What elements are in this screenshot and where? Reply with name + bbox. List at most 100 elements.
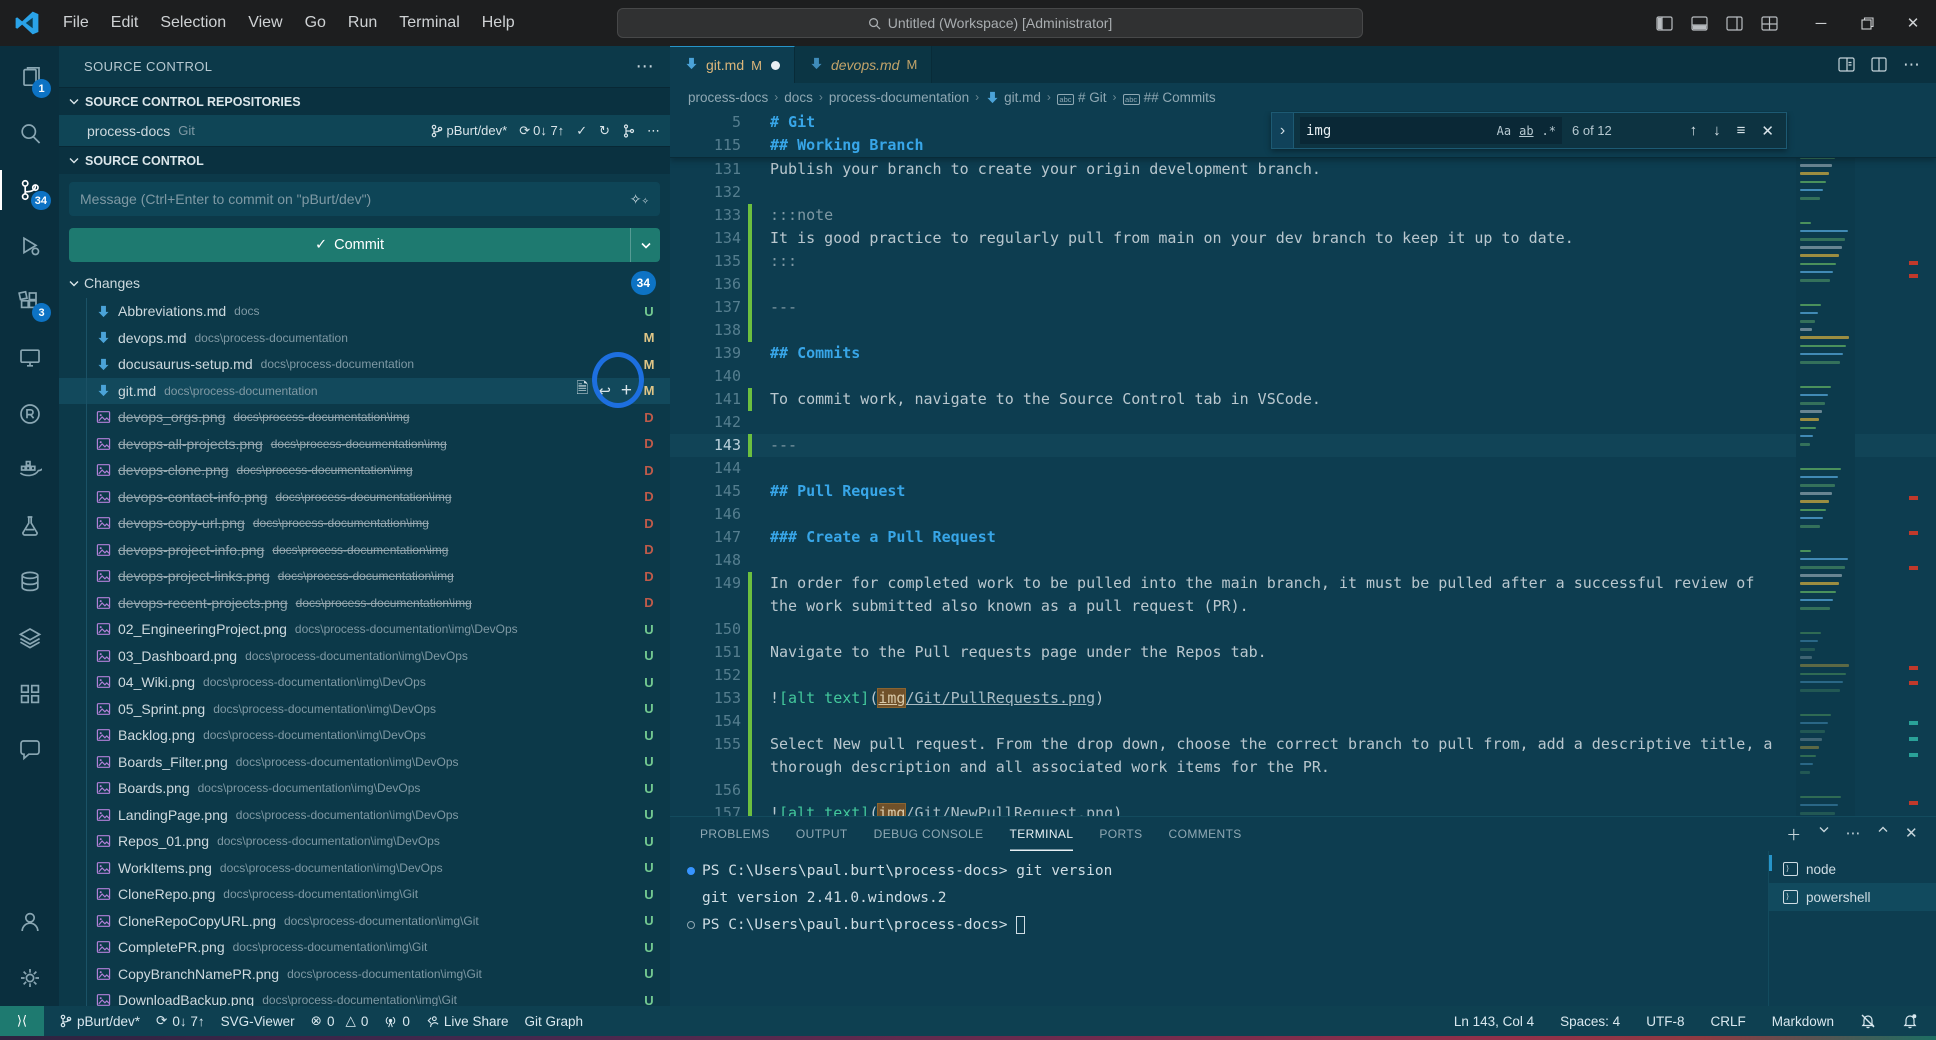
menu-view[interactable]: View bbox=[237, 8, 293, 38]
file-row-devops-recent-projects.png[interactable]: devops-recent-projects.pngdocs\process-d… bbox=[59, 590, 670, 617]
sidebar-more-actions-icon[interactable]: ⋯ bbox=[636, 56, 654, 77]
editor-more-actions-icon[interactable]: ⋯ bbox=[1903, 55, 1920, 75]
refresh-icon[interactable]: ↻ bbox=[599, 123, 610, 139]
file-row-devops-clone.png[interactable]: devops-clone.pngdocs\process-documentati… bbox=[59, 457, 670, 484]
minimize-button[interactable]: ─ bbox=[1798, 0, 1844, 46]
terminal-item-node[interactable]: ⟩node bbox=[1769, 855, 1936, 883]
terminal-output[interactable]: PS C:\Users\paul.burt\process-docs> git … bbox=[670, 851, 1768, 1006]
graph-icon[interactable] bbox=[622, 124, 635, 138]
close-panel-icon[interactable]: ✕ bbox=[1905, 824, 1918, 845]
menu-edit[interactable]: Edit bbox=[100, 8, 150, 38]
find-in-selection-icon[interactable]: ≡ bbox=[1737, 122, 1746, 140]
breadcrumb-item[interactable]: process-documentation bbox=[829, 90, 969, 105]
source-control-icon[interactable]: 34 bbox=[0, 162, 59, 218]
panel-more-icon[interactable]: ⋯ bbox=[1846, 824, 1861, 845]
sparkle-icon[interactable]: ✧✧ bbox=[630, 191, 649, 208]
panel-tab-debug-console[interactable]: DEBUG CONSOLE bbox=[874, 817, 984, 851]
restore-button[interactable] bbox=[1844, 0, 1890, 46]
status-sync[interactable]: ⟳ 0↓ 7↑ bbox=[156, 1013, 205, 1029]
status-ports[interactable]: 0 bbox=[384, 1014, 410, 1029]
panel-tab-output[interactable]: OUTPUT bbox=[796, 817, 848, 851]
close-find-icon[interactable]: ✕ bbox=[1761, 122, 1774, 140]
file-row-Boards_Filter.png[interactable]: Boards_Filter.pngdocs\process-documentat… bbox=[59, 749, 670, 776]
open-preview-icon[interactable] bbox=[1838, 57, 1855, 72]
whole-word-icon[interactable]: ab bbox=[1519, 124, 1533, 138]
new-terminal-icon[interactable]: ＋ bbox=[1786, 824, 1801, 845]
file-row-Repos_01.png[interactable]: Repos_01.pngdocs\process-documentation\i… bbox=[59, 828, 670, 855]
repo-sync-status[interactable]: 0↓ 7↑ bbox=[533, 123, 564, 138]
code-editor[interactable]: 5# Git115## Working Branch 131Publish yo… bbox=[670, 111, 1936, 816]
status-git-graph[interactable]: Git Graph bbox=[524, 1014, 583, 1029]
file-row-devops.md[interactable]: devops.mddocs\process-documentationM bbox=[59, 325, 670, 352]
match-case-icon[interactable]: Aa bbox=[1497, 124, 1511, 138]
discard-changes-icon[interactable]: ↩ bbox=[598, 382, 611, 400]
r-language-icon[interactable] bbox=[0, 386, 59, 442]
status-encoding[interactable]: UTF-8 bbox=[1646, 1014, 1684, 1029]
file-row-CloneRepoCopyURL.png[interactable]: CloneRepoCopyURL.pngdocs\process-documen… bbox=[59, 908, 670, 935]
status-indentation[interactable]: Spaces: 4 bbox=[1560, 1014, 1620, 1029]
next-match-icon[interactable]: ↓ bbox=[1713, 122, 1721, 140]
toggle-sidebar-icon[interactable] bbox=[1656, 16, 1673, 31]
repo-branch[interactable]: pBurt/dev* bbox=[447, 123, 508, 138]
bell-icon[interactable] bbox=[1902, 1013, 1918, 1029]
breadcrumb-item[interactable]: docs bbox=[784, 90, 813, 105]
menu-file[interactable]: File bbox=[52, 8, 100, 38]
breadcrumb-item[interactable]: process-docs bbox=[688, 90, 768, 105]
file-row-Backlog.png[interactable]: Backlog.pngdocs\process-documentation\im… bbox=[59, 722, 670, 749]
menu-help[interactable]: Help bbox=[471, 8, 526, 38]
file-row-05_Sprint.png[interactable]: 05_Sprint.pngdocs\process-documentation\… bbox=[59, 696, 670, 723]
menu-go[interactable]: Go bbox=[294, 8, 337, 38]
terminal-dropdown-icon[interactable] bbox=[1819, 826, 1829, 833]
status-line-col[interactable]: Ln 143, Col 4 bbox=[1454, 1014, 1534, 1029]
dirty-indicator[interactable] bbox=[771, 61, 780, 70]
remote-indicator[interactable]: ⟩⟨ bbox=[0, 1006, 44, 1036]
changes-section-header[interactable]: Changes 34 bbox=[59, 268, 670, 298]
file-row-Boards.png[interactable]: Boards.pngdocs\process-documentation\img… bbox=[59, 775, 670, 802]
notifications-muted-icon[interactable] bbox=[1860, 1013, 1876, 1029]
minimap[interactable] bbox=[1796, 111, 1855, 816]
open-file-icon[interactable]: 🗎 bbox=[576, 378, 588, 403]
docker-icon[interactable] bbox=[0, 442, 59, 498]
status-live-share[interactable]: Live Share bbox=[426, 1014, 509, 1029]
explorer-icon[interactable]: 1 bbox=[0, 50, 59, 106]
menu-terminal[interactable]: Terminal bbox=[388, 8, 470, 38]
file-row-LandingPage.png[interactable]: LandingPage.pngdocs\process-documentatio… bbox=[59, 802, 670, 829]
settings-gear-icon[interactable] bbox=[0, 950, 59, 1006]
maximize-panel-icon[interactable] bbox=[1878, 826, 1888, 833]
file-row-docusaurus-setup.md[interactable]: docusaurus-setup.mddocs\process-document… bbox=[59, 351, 670, 378]
file-row-devops-project-info.png[interactable]: devops-project-info.pngdocs\process-docu… bbox=[59, 537, 670, 564]
tab-git.md[interactable]: git.mdM bbox=[670, 46, 795, 83]
file-row-DownloadBackup.png[interactable]: DownloadBackup.pngdocs\process-documenta… bbox=[59, 987, 670, 1006]
extensions-icon[interactable]: 3 bbox=[0, 274, 59, 330]
comments-icon[interactable] bbox=[0, 722, 59, 778]
repo-row-process-docs[interactable]: process-docs Git pBurt/dev* ⟳ 0↓ 7↑ ✓ ↻ … bbox=[59, 115, 670, 146]
previous-match-icon[interactable]: ↑ bbox=[1690, 122, 1698, 140]
file-row-CloneRepo.png[interactable]: CloneRepo.pngdocs\process-documentation\… bbox=[59, 881, 670, 908]
command-center-search[interactable]: Untitled (Workspace) [Administrator] bbox=[617, 8, 1363, 38]
regex-icon[interactable]: .* bbox=[1542, 124, 1556, 138]
file-row-git.md[interactable]: git.mddocs\process-documentation🗎↩+M bbox=[59, 378, 670, 405]
repo-more-icon[interactable]: ⋯ bbox=[647, 123, 660, 139]
panel-tab-problems[interactable]: PROBLEMS bbox=[700, 817, 770, 851]
find-input[interactable]: img Aa ab .* bbox=[1300, 117, 1562, 144]
status-svg-viewer[interactable]: SVG-Viewer bbox=[221, 1014, 295, 1029]
split-editor-icon[interactable] bbox=[1871, 57, 1887, 72]
commit-dropdown-button[interactable] bbox=[630, 228, 660, 262]
file-row-03_Dashboard.png[interactable]: 03_Dashboard.pngdocs\process-documentati… bbox=[59, 643, 670, 670]
test-beaker-icon[interactable] bbox=[0, 498, 59, 554]
status-eol[interactable]: CRLF bbox=[1710, 1014, 1745, 1029]
panel-tab-ports[interactable]: PORTS bbox=[1099, 817, 1142, 851]
accounts-icon[interactable] bbox=[0, 894, 59, 950]
file-row-devops-project-links.png[interactable]: devops-project-links.pngdocs\process-doc… bbox=[59, 563, 670, 590]
file-row-CopyBranchNamePR.png[interactable]: CopyBranchNamePR.pngdocs\process-documen… bbox=[59, 961, 670, 988]
find-expand-icon[interactable]: › bbox=[1272, 113, 1294, 148]
scm-section-header[interactable]: SOURCE CONTROL bbox=[59, 146, 670, 174]
file-row-CompletePR.png[interactable]: CompletePR.pngdocs\process-documentation… bbox=[59, 934, 670, 961]
status-language[interactable]: Markdown bbox=[1772, 1014, 1834, 1029]
file-row-devops-copy-url.png[interactable]: devops-copy-url.pngdocs\process-document… bbox=[59, 510, 670, 537]
layers-icon[interactable] bbox=[0, 610, 59, 666]
toggle-secondary-sidebar-icon[interactable] bbox=[1726, 16, 1743, 31]
menu-selection[interactable]: Selection bbox=[149, 8, 237, 38]
commit-check-icon[interactable]: ✓ bbox=[576, 123, 587, 139]
repositories-section-header[interactable]: SOURCE CONTROL REPOSITORIES bbox=[59, 87, 670, 115]
